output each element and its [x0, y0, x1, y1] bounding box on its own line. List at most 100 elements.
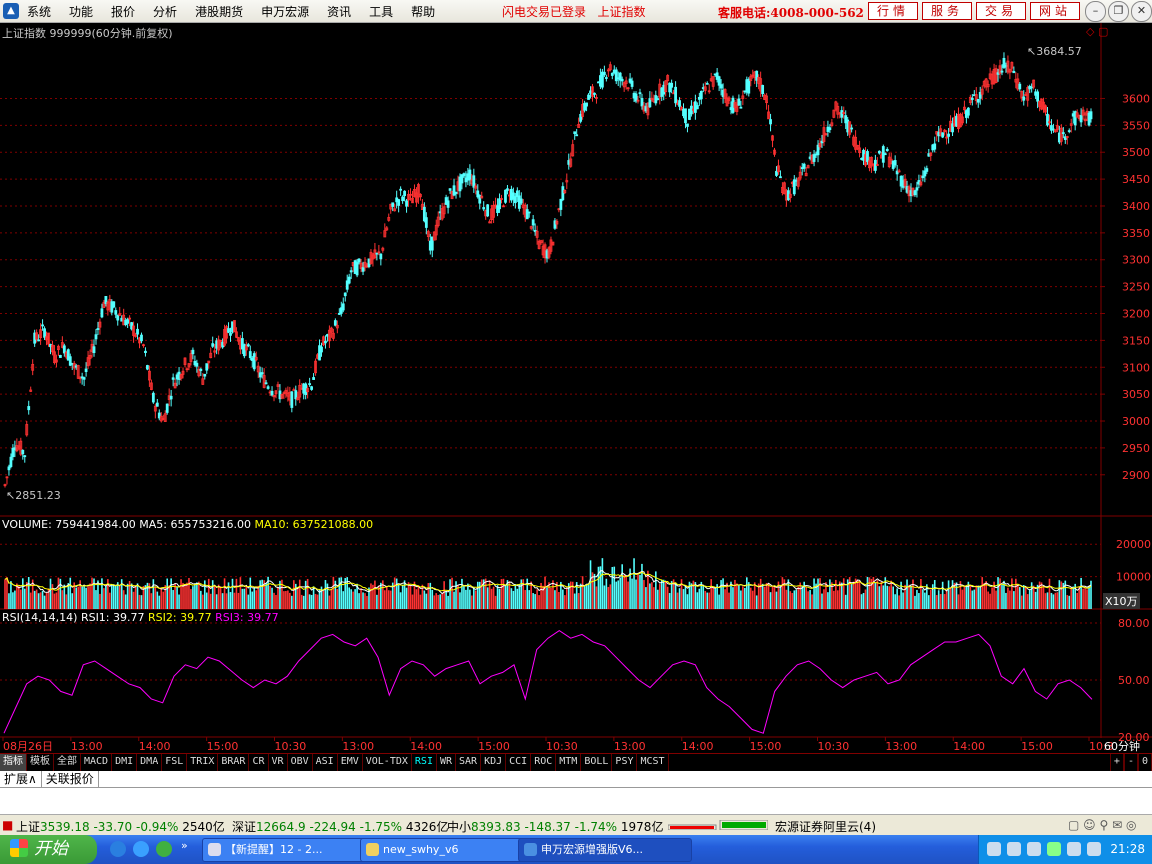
indicator-tab-2[interactable]: 全部 — [54, 754, 81, 771]
indicator-tab-22[interactable]: BOLL — [581, 754, 613, 771]
ie-icon[interactable] — [110, 841, 126, 857]
volume-bar — [205, 592, 208, 609]
volume-bar — [23, 588, 26, 609]
candle-body — [312, 377, 315, 380]
tray-icon-shield[interactable] — [1047, 842, 1061, 856]
indicator-tab-17[interactable]: SAR — [456, 754, 482, 771]
close-icon[interactable]: ✕ — [1131, 1, 1152, 22]
menu-swhy[interactable]: 申万宏源 — [261, 3, 309, 20]
volume-bar — [558, 592, 560, 609]
server-name[interactable]: 宏源证券阿里云(4) — [775, 818, 876, 835]
status-tray-icons[interactable]: ▢ ☺ ⚲ ✉ ◎ — [1068, 818, 1136, 832]
indicator-tab-3[interactable]: MACD — [81, 754, 113, 771]
indicator-tab-0[interactable]: 指标 — [0, 754, 27, 771]
candle-body — [27, 406, 31, 411]
indicator-tab-11[interactable]: OBV — [288, 754, 313, 771]
volume-bar — [621, 564, 623, 609]
candle-body — [913, 190, 917, 196]
task-browser[interactable]: 【新提醒】12 - 2... — [202, 838, 371, 862]
market-icon[interactable]: ■ — [2, 818, 13, 832]
volume-bar — [29, 592, 32, 609]
service-button[interactable]: 服务 — [922, 2, 972, 20]
low-price-value: 2851.23 — [15, 489, 61, 502]
indicator-tab-13[interactable]: EMV — [338, 754, 363, 771]
indicator-tab-10[interactable]: VR — [269, 754, 288, 771]
volume-bar — [712, 586, 714, 609]
tab-control-1[interactable]: - — [1123, 754, 1138, 771]
volume-bar — [787, 579, 790, 609]
volume-bar — [122, 590, 125, 609]
menu-info[interactable]: 资讯 — [327, 3, 351, 20]
indicator-tab-19[interactable]: CCI — [506, 754, 532, 771]
menu-tools[interactable]: 工具 — [369, 3, 393, 20]
volume-bar — [714, 587, 716, 609]
menu-hk-futures[interactable]: 港股期货 — [195, 3, 243, 20]
volume-bar — [811, 594, 813, 609]
volume-bar — [670, 581, 673, 609]
login-status[interactable]: 闪电交易已登录 上证指数 — [502, 3, 645, 20]
chart-area[interactable]: 2900 2950 3000 3050 3100 3150 3200 3250 3300 3350… — [0, 23, 1152, 753]
candle-body — [573, 131, 577, 135]
task-swhy[interactable]: 申万宏源增强版V6... — [518, 838, 692, 862]
indicator-tab-15[interactable]: RSI — [412, 754, 437, 771]
tab-control-0[interactable]: + — [1109, 754, 1124, 771]
indicator-tab-23[interactable]: PSY — [612, 754, 638, 771]
trade-button[interactable]: 交易 — [976, 2, 1026, 20]
minimize-icon[interactable]: – — [1085, 1, 1106, 22]
start-button[interactable]: 开始 — [0, 835, 97, 864]
sh-index[interactable]: 上证3539.18 -33.70 -0.94% 2540亿 — [16, 818, 225, 835]
tray-icon-network[interactable] — [987, 842, 1001, 856]
indicator-tab-16[interactable]: WR — [437, 754, 457, 771]
indicator-tab-7[interactable]: TRIX — [187, 754, 219, 771]
menu-function[interactable]: 功能 — [69, 3, 93, 20]
tray-icon-question[interactable] — [1007, 842, 1021, 856]
candle-body — [1000, 70, 1004, 73]
indicator-tab-4[interactable]: DMI — [112, 754, 138, 771]
volume-bar — [1068, 595, 1071, 609]
quote-button[interactable]: 行情 — [868, 2, 918, 20]
browser-icon[interactable] — [133, 841, 149, 857]
restore-icon[interactable]: ❐ — [1108, 1, 1129, 22]
related-quote-tab[interactable]: 关联报价 — [42, 771, 99, 787]
volume-bar — [878, 586, 881, 609]
menu-system[interactable]: 系统 — [27, 3, 51, 20]
menu-analysis[interactable]: 分析 — [153, 3, 177, 20]
tray-icon-misc[interactable] — [1087, 842, 1101, 856]
volume-bar — [662, 579, 665, 609]
indicator-tab-21[interactable]: MTM — [556, 754, 582, 771]
chrome-icon[interactable] — [156, 841, 172, 857]
volume-bar — [336, 589, 339, 609]
tray-icon-speaker[interactable] — [1067, 842, 1081, 856]
indicator-tab-20[interactable]: ROC — [531, 754, 557, 771]
menu-help[interactable]: 帮助 — [411, 3, 435, 20]
indicator-tab-18[interactable]: KDJ — [481, 754, 507, 771]
volume-bar — [906, 579, 908, 609]
expand-tab[interactable]: 扩展∧ — [0, 771, 42, 787]
kline-chart-svg[interactable]: 2900 2950 3000 3050 3100 3150 3200 3250 3300 3350… — [0, 23, 1152, 753]
period-label[interactable]: 60分钟 — [1104, 738, 1140, 754]
indicator-tab-8[interactable]: BRAR — [218, 754, 250, 771]
volume-bar — [61, 590, 64, 609]
indicator-tab-9[interactable]: CR — [249, 754, 269, 771]
volume-bar — [271, 587, 273, 609]
volume-bar — [261, 579, 263, 609]
chevron-right-icon[interactable]: » — [181, 839, 197, 855]
volume-bar — [910, 585, 912, 609]
indicator-tab-24[interactable]: MCST — [637, 754, 669, 771]
sz-index[interactable]: 深证12664.9 -224.94 -1.75% 4326亿 — [232, 818, 448, 835]
indicator-tab-6[interactable]: FSL — [162, 754, 188, 771]
task-folder[interactable]: new_swhy_v6 — [360, 838, 529, 862]
tray-icon-app[interactable] — [1027, 842, 1041, 856]
indicator-tab-14[interactable]: VOL-TDX — [363, 754, 412, 771]
chart-corner-icons[interactable]: ◇ ▢ — [1086, 25, 1108, 38]
website-button[interactable]: 网站 — [1030, 2, 1080, 20]
indicator-tab-5[interactable]: DMA — [137, 754, 163, 771]
menu-quote[interactable]: 报价 — [111, 3, 135, 20]
time-axis-label: 14:00 — [682, 740, 714, 753]
indicator-tab-12[interactable]: ASI — [313, 754, 338, 771]
volume-bar — [943, 594, 946, 609]
tab-control-2[interactable]: 0 — [1137, 754, 1152, 771]
volume-bar — [490, 588, 493, 609]
zx-index[interactable]: 中小8393.83 -148.37 -1.74% 1978亿 — [447, 818, 663, 835]
indicator-tab-1[interactable]: 模板 — [27, 754, 54, 771]
